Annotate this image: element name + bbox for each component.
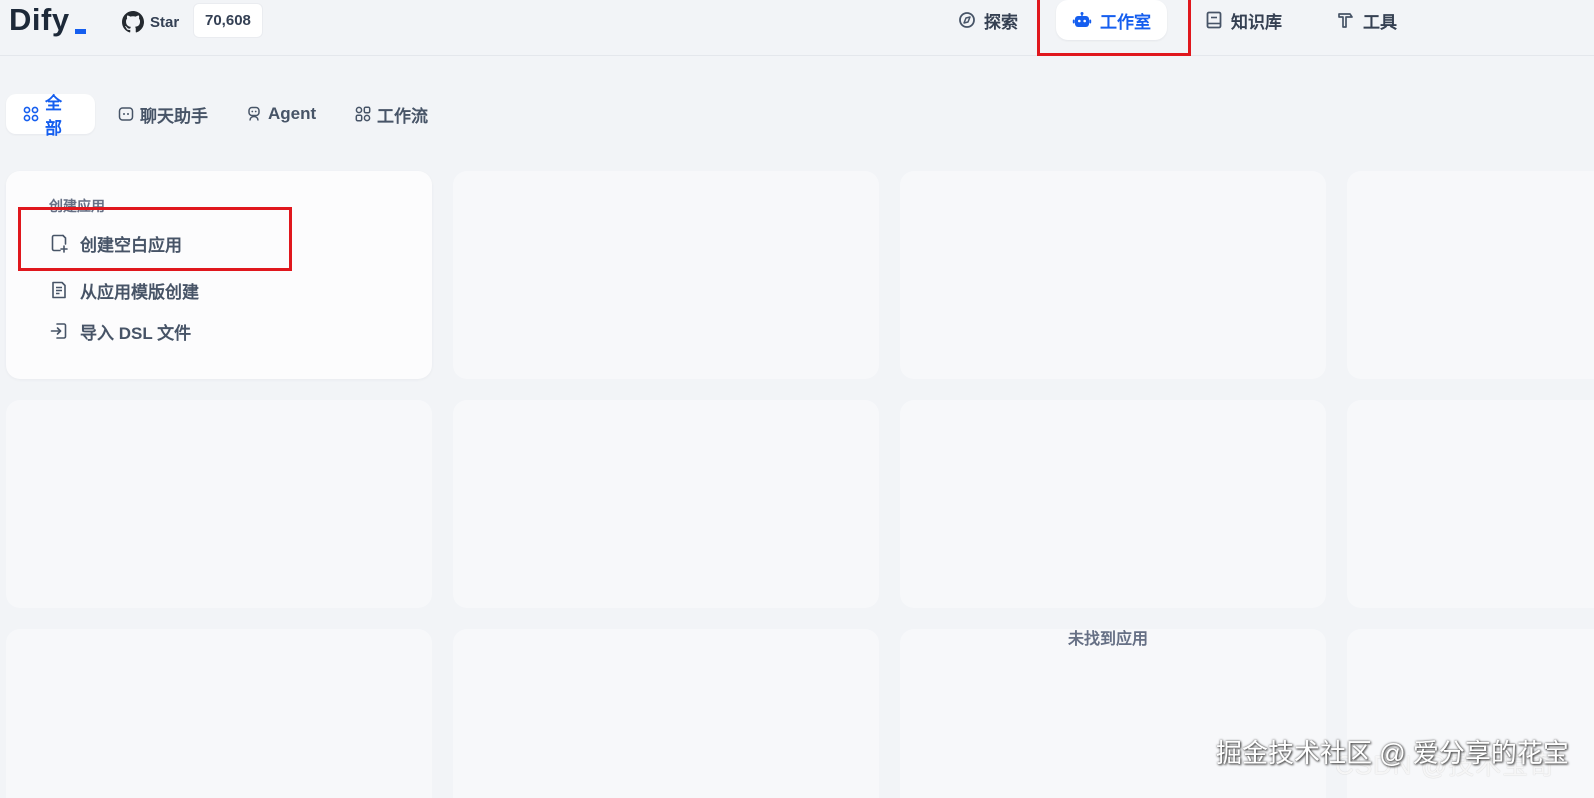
create-from-template-label: 从应用模版创建 [80,282,199,302]
logo-cursor-mark [75,29,86,34]
import-dsl-label: 导入 DSL 文件 [80,323,192,343]
agent-icon [246,106,262,122]
create-blank-app-highlight-box [18,207,292,271]
tab-workflow[interactable]: 工作流 [355,94,428,134]
file-text-icon [49,280,69,300]
tab-all[interactable]: 全部 [6,94,95,138]
hammer-icon [1337,11,1355,29]
empty-state-message: 未找到应用 [1068,631,1149,648]
nav-tools[interactable]: 工具 [1337,0,1397,40]
nav-explore-label: 探索 [984,12,1018,32]
dify-logo[interactable]: Dify [9,2,70,38]
nav-studio-highlight-box [1037,0,1191,56]
import-icon [49,321,69,341]
nav-knowledge[interactable]: 知识库 [1205,0,1282,40]
nav-knowledge-label: 知识库 [1231,12,1282,32]
app-card-placeholder [453,400,879,608]
nav-explore[interactable]: 探索 [958,0,1018,40]
github-star-button[interactable]: Star [122,8,179,36]
app-card-placeholder [1347,171,1594,379]
tab-agent-label: Agent [268,104,317,123]
grid-icon [23,106,39,122]
compass-icon [958,11,976,29]
app-card-placeholder [453,171,879,379]
app-card-placeholder [900,171,1326,379]
watermark-primary: 掘金技术社区 @ 爱分享的花宝 [1216,738,1569,768]
tab-chat-assistant-label: 聊天助手 [140,106,208,126]
tab-all-label: 全部 [45,94,62,138]
workflow-icon [355,106,371,122]
app-card-placeholder [6,629,432,798]
chat-icon [118,106,134,122]
top-header: Dify Star 70,608 探索 工作室 知识库 工具 [0,0,1594,56]
create-from-template-button[interactable]: 从应用模版创建 [49,277,199,303]
tab-chat-assistant[interactable]: 聊天助手 [118,94,208,134]
import-dsl-button[interactable]: 导入 DSL 文件 [49,318,191,344]
app-card-placeholder [900,400,1326,608]
github-star-count[interactable]: 70,608 [193,3,263,38]
book-icon [1205,11,1223,29]
app-card-placeholder [1347,400,1594,608]
app-card-placeholder [900,629,1326,798]
app-card-placeholder [453,629,879,798]
app-card-placeholder [6,400,432,608]
github-icon [122,11,144,33]
tab-workflow-label: 工作流 [377,106,428,126]
nav-tools-label: 工具 [1363,12,1397,32]
github-star-label: Star [150,13,180,31]
tab-agent[interactable]: Agent [246,94,316,134]
